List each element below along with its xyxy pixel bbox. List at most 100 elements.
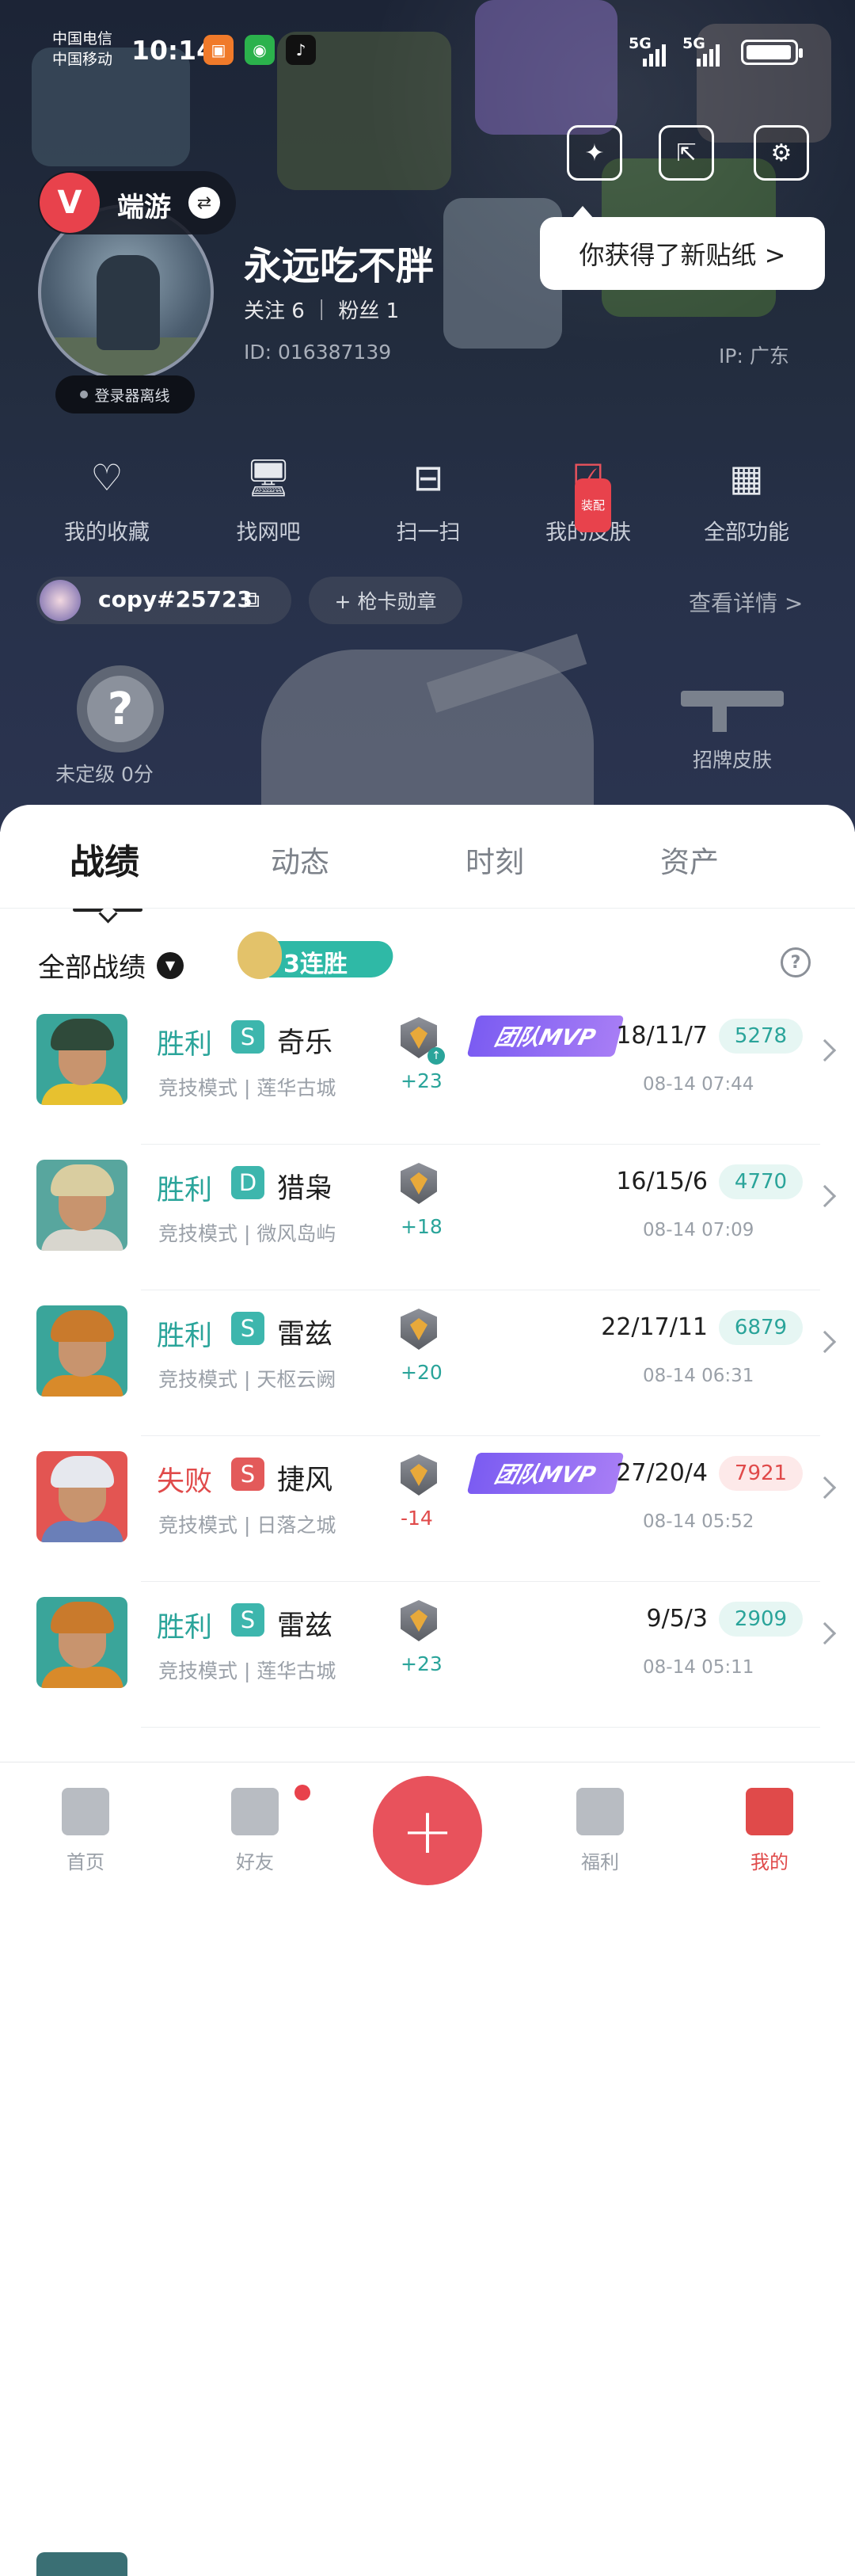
switch-icon[interactable]: ⇄ — [188, 187, 220, 219]
share-button[interactable]: ⇱ — [659, 125, 714, 181]
follow-stats[interactable]: 关注 6 ｜ 粉丝 1 — [244, 295, 399, 324]
kda: 16/15/6 — [616, 1168, 708, 1195]
match-time: 08-14 05:52 — [643, 1511, 754, 1532]
match-row[interactable]: 胜利 D 猎枭 竞技模式 | 微风岛屿 +18 16/15/6 4770 08-14 07:0… — [0, 1144, 855, 1290]
profile-header: 中国电信 中国移动 10:14 ▣ ◉ ♪ 5G 5G ✦ ⇱ ⚙ V 端游 ⇄ … — [0, 0, 855, 832]
card-badge-button[interactable]: + 枪卡勋章 — [309, 577, 462, 624]
login-status-badge: 登录器离线 — [55, 375, 195, 413]
match-row[interactable]: 胜利 S 雷兹 竞技模式 | 莲华古城 +23 9/5/3 2909 08-14 05:11 — [0, 1581, 855, 1728]
match-mode: 竞技模式 | 日落之城 — [158, 1514, 336, 1537]
scan-icon: ⊟ — [412, 456, 444, 499]
kda: 27/20/4 — [616, 1459, 708, 1487]
equip-badge: 装配 — [575, 478, 612, 532]
match-row[interactable]: 胜利 S 奇乐 竞技模式 | 莲华古城 ↑ +23 团队MVP 18/11/7 5278 08-1… — [0, 998, 855, 1145]
agent-avatar — [36, 1597, 127, 1688]
nav-me[interactable]: 我的 — [722, 1788, 817, 1874]
match-time: 08-14 07:44 — [643, 1074, 754, 1095]
tab-feed[interactable]: 动态 — [271, 838, 329, 881]
username: 永远吃不胖 — [244, 244, 435, 288]
ip-location: IP: 广东 — [719, 345, 789, 368]
rank-delta: +18 — [401, 1215, 443, 1238]
status-bar: 中国电信 中国移动 10:14 ▣ ◉ ♪ 5G 5G — [0, 0, 855, 103]
game-name: 端游 — [117, 192, 171, 223]
func-all-features[interactable]: ▦ 全部功能 — [679, 452, 814, 546]
small-avatar — [40, 580, 81, 621]
chevron-right-icon — [813, 1184, 837, 1208]
grid-icon: ▦ — [729, 456, 764, 499]
rank-label: 未定级 0分 — [55, 763, 154, 786]
func-scan[interactable]: ⊟ 扫一扫 — [361, 452, 496, 546]
copy-icon[interactable]: ⧉ — [244, 586, 260, 613]
nav-benefits[interactable]: 福利 — [553, 1788, 648, 1874]
new-sticker-tooltip[interactable]: 你获得了新贴纸 > — [540, 206, 825, 290]
match-score: 4770 — [719, 1164, 803, 1199]
agent-name: 奇乐 — [277, 1027, 333, 1059]
match-result: 胜利 — [157, 1029, 213, 1061]
rank-shield-icon — [401, 1454, 437, 1496]
tab-moments[interactable]: 时刻 — [466, 838, 524, 881]
nav-home[interactable]: 首页 — [38, 1788, 133, 1874]
game-switch-pill[interactable]: V 端游 ⇄ — [38, 171, 236, 234]
home-icon — [62, 1788, 109, 1835]
match-score: 5278 — [719, 1019, 803, 1054]
user-id: ID: 016387139 — [244, 341, 392, 364]
settings-button[interactable]: ⚙ — [754, 125, 809, 181]
streak-mascot-icon — [238, 932, 282, 979]
match-score: 2909 — [719, 1602, 803, 1637]
tier-badge: S — [231, 1458, 264, 1491]
agent-name: 猎枭 — [277, 1173, 333, 1205]
monitor-icon: 🖥 — [245, 456, 292, 499]
func-my-skins[interactable]: ☑ 装配 我的皮肤 — [521, 452, 656, 546]
create-button[interactable]: + — [373, 1776, 482, 1885]
chevron-right-icon — [813, 1621, 837, 1645]
match-result: 胜利 — [157, 1612, 213, 1644]
list-item-partial — [36, 2552, 127, 2576]
sticker-edit-button[interactable]: ✦ — [567, 125, 622, 181]
riot-id-pill[interactable]: copy#25723 ⧉ — [36, 577, 291, 624]
rank-shield-icon — [401, 1163, 437, 1204]
view-details-link[interactable]: 查看详情 > — [689, 586, 803, 618]
content-panel: 战绩 动态 时刻 资产 全部战绩 ▼ 3连胜 ? 胜利 S 奇乐 竞技模式 | 莲华古城… — [0, 805, 855, 2576]
rank-shield-icon — [401, 1600, 437, 1641]
rank-delta: +23 — [401, 1652, 443, 1675]
chevron-down-icon: ▼ — [157, 951, 184, 979]
kda: 22/17/11 — [601, 1313, 708, 1341]
tab-record[interactable]: 战绩 — [70, 833, 139, 884]
func-find-cafe[interactable]: 🖥 找网吧 — [201, 452, 336, 546]
match-time: 08-14 07:09 — [643, 1220, 754, 1240]
tab-assets[interactable]: 资产 — [660, 838, 719, 881]
tier-badge: S — [231, 1312, 264, 1345]
rank-block[interactable]: ? 未定级 0分 — [55, 665, 184, 787]
help-icon[interactable]: ? — [781, 947, 811, 977]
riot-id: copy#25723 — [98, 586, 253, 612]
mvp-badge: 团队MVP — [466, 1453, 625, 1494]
signal-bars-icon — [643, 44, 666, 67]
skin-label: 招牌皮肤 — [692, 749, 772, 772]
kda: 9/5/3 — [646, 1605, 708, 1633]
match-mode: 竞技模式 | 莲华古城 — [158, 1660, 336, 1682]
kda: 18/11/7 — [616, 1022, 708, 1050]
func-favorites[interactable]: ♡ 我的收藏 — [40, 452, 174, 546]
weapon-icon — [673, 683, 792, 732]
wechat-icon: ◉ — [245, 35, 275, 65]
gift-icon — [576, 1788, 624, 1835]
match-row[interactable]: 胜利 S 雷兹 竞技模式 | 天枢云阙 +20 22/17/11 6879 08-14 06:… — [0, 1290, 855, 1436]
agent-avatar — [36, 1305, 127, 1397]
match-result: 胜利 — [157, 1320, 213, 1352]
valorant-logo-icon: V — [40, 173, 100, 233]
agent-name: 雷兹 — [277, 1319, 333, 1351]
agent-name: 雷兹 — [277, 1610, 333, 1642]
match-score: 6879 — [719, 1310, 803, 1345]
heart-icon: ♡ — [90, 456, 124, 499]
profile-icon — [746, 1788, 793, 1835]
tiktok-icon: ♪ — [286, 35, 316, 65]
agent-avatar — [36, 1014, 127, 1105]
match-row[interactable]: 失败 S 捷风 竞技模式 | 日落之城 -14 团队MVP 27/20/4 7921 08-14… — [0, 1435, 855, 1582]
record-filter[interactable]: 全部战绩 ▼ — [38, 946, 184, 985]
rank-delta: -14 — [401, 1507, 433, 1530]
signature-skin[interactable]: 招牌皮肤 — [673, 683, 792, 773]
battery-icon — [741, 40, 803, 65]
row-divider — [141, 1727, 820, 1728]
match-score: 7921 — [719, 1456, 803, 1491]
nav-friends[interactable]: 好友 — [207, 1785, 310, 1874]
